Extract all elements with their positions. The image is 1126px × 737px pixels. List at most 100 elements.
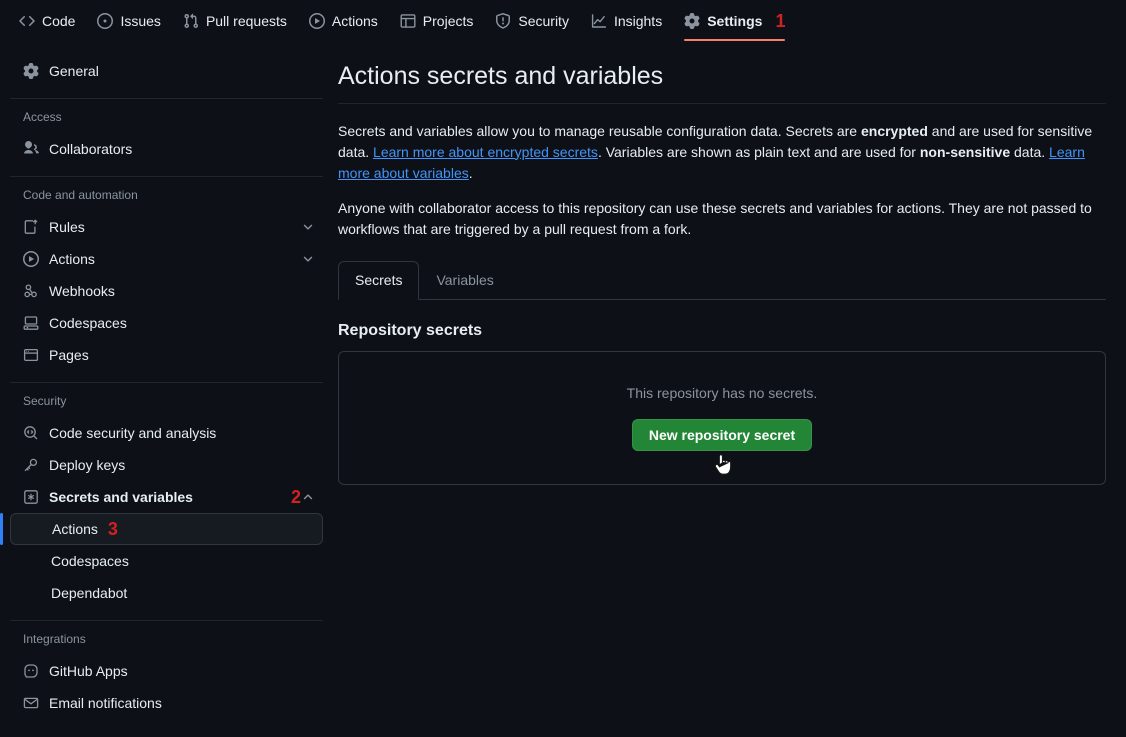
sidebar-divider	[10, 382, 323, 383]
sidebar-item-label: General	[49, 63, 99, 79]
para1-text-g: .	[468, 164, 473, 181]
nav-item-label: Issues	[120, 12, 161, 29]
sidebar-divider	[10, 98, 323, 99]
chevron-down-icon[interactable]	[301, 220, 315, 234]
sidebar-item-codespaces[interactable]: Codespaces	[10, 307, 323, 339]
github-apps-icon	[23, 663, 39, 679]
sidebar-item-collaborators[interactable]: Collaborators	[10, 133, 323, 165]
issue-opened-icon	[97, 12, 114, 29]
sidebar-item-label: Rules	[49, 219, 85, 235]
play-icon	[23, 251, 39, 267]
section-title-repository-secrets: Repository secrets	[338, 321, 483, 339]
nav-item-label: Security	[518, 12, 569, 29]
empty-state-message: This repository has no secrets.	[626, 384, 818, 401]
sidebar-item-label: Deploy keys	[49, 457, 126, 473]
table-icon	[400, 13, 416, 29]
people-icon	[23, 141, 39, 157]
nav-item-label: Projects	[422, 12, 474, 29]
sidebar-item-actions[interactable]: Actions	[10, 243, 323, 275]
description-paragraph-2: Anyone with collaborator access to this …	[338, 199, 1092, 237]
annotation-marker-3: 3	[107, 519, 118, 539]
sidebar-item-github-apps[interactable]: GitHub Apps	[10, 655, 323, 687]
para1-text-a: Secrets and variables allow you to manag…	[338, 122, 861, 139]
mail-icon	[23, 695, 39, 711]
sidebar-item-email-notifications[interactable]: Email notifications	[10, 687, 323, 719]
sidebar-item-code-security[interactable]: Code security and analysis	[10, 417, 323, 449]
nav-item-insights[interactable]: Insights	[580, 0, 673, 41]
sidebar-item-label: Collaborators	[49, 141, 133, 157]
sidebar-heading-access: Access	[23, 110, 62, 124]
nav-item-code[interactable]: Code	[8, 0, 86, 41]
sidebar-divider	[10, 620, 323, 621]
nav-item-label: Code	[42, 12, 76, 29]
sidebar-item-secrets-dependabot[interactable]: Dependabot	[10, 577, 323, 609]
asterisk-box-icon	[23, 489, 39, 505]
sidebar-heading-security: Security	[23, 394, 67, 408]
sidebar-item-pages[interactable]: Pages	[10, 339, 323, 371]
chevron-down-icon[interactable]	[301, 252, 315, 266]
page-title: Actions secrets and variables	[338, 62, 664, 90]
git-pull-request-icon	[183, 13, 199, 29]
link-encrypted-secrets[interactable]: Learn more about encrypted secrets	[373, 144, 598, 160]
sidebar-item-label: Secrets and variables	[49, 489, 193, 505]
main-content: Actions secrets and variables Secrets an…	[338, 60, 1106, 485]
shield-icon	[495, 12, 511, 29]
sidebar-item-deploy-keys[interactable]: Deploy keys	[10, 449, 323, 481]
para1-bold-encrypted: encrypted	[860, 122, 928, 139]
sidebar-item-secrets-codespaces[interactable]: Codespaces	[10, 545, 323, 577]
graph-icon	[591, 13, 607, 29]
code-icon	[19, 13, 35, 29]
rules-icon	[23, 219, 39, 235]
chevron-up-icon[interactable]	[301, 490, 315, 504]
annotation-marker-1: 1	[775, 10, 786, 31]
para1-bold-non-sensitive: non-sensitive	[919, 143, 1011, 160]
sidebar-item-label: Code security and analysis	[49, 425, 217, 441]
nav-item-pull-requests[interactable]: Pull requests	[172, 0, 298, 41]
nav-item-label: Insights	[613, 12, 663, 29]
new-repository-secret-button[interactable]: New repository secret	[631, 418, 813, 451]
description-paragraph-1: Secrets and variables allow you to manag…	[338, 121, 1106, 184]
sidebar-item-secrets-actions[interactable]: Actions 3	[0, 513, 323, 545]
sidebar-item-label: Codespaces	[51, 553, 129, 569]
nav-item-security[interactable]: Security	[484, 0, 580, 41]
sidebar-item-label: Actions	[52, 521, 98, 537]
gear-icon	[684, 12, 700, 29]
nav-item-label: Actions	[331, 12, 378, 29]
sidebar-item-webhooks[interactable]: Webhooks	[10, 275, 323, 307]
code-search-icon	[23, 425, 39, 441]
nav-item-projects[interactable]: Projects	[389, 0, 485, 41]
key-icon	[23, 457, 39, 473]
nav-item-label: Pull requests	[205, 12, 287, 29]
sidebar-item-label: Pages	[49, 347, 89, 363]
sidebar-heading-integrations: Integrations	[23, 632, 86, 646]
sidebar-item-label: Actions	[49, 251, 95, 267]
codespaces-icon	[23, 315, 39, 331]
title-divider	[338, 102, 1106, 104]
sidebar-item-label: Email notifications	[49, 695, 162, 711]
sidebar-item-label: Dependabot	[51, 585, 128, 601]
sidebar-item-secrets-and-variables[interactable]: Secrets and variables 2	[10, 481, 323, 513]
sidebar-item-label: Codespaces	[49, 315, 127, 331]
gear-icon	[23, 63, 39, 79]
webhook-icon	[23, 283, 39, 299]
sidebar-item-label: GitHub Apps	[49, 663, 128, 679]
para1-text-d: . Variables are shown as plain text and …	[597, 143, 920, 160]
play-icon	[308, 12, 325, 29]
secrets-empty-state: This repository has no secrets. New repo…	[338, 350, 1106, 485]
nav-item-label: Settings	[707, 12, 763, 29]
tab-variables[interactable]: Variables	[419, 261, 510, 300]
settings-sidebar: General Access Collaborators Code and au…	[0, 55, 323, 737]
sidebar-heading-code-automation: Code and automation	[23, 188, 138, 202]
sidebar-divider	[10, 176, 323, 177]
nav-item-issues[interactable]: Issues	[86, 0, 171, 41]
secrets-variables-tabs: Secrets Variables	[338, 260, 1106, 300]
annotation-marker-2: 2	[290, 487, 301, 507]
repository-nav: Code Issues Pull requests Actions Projec…	[0, 0, 1126, 41]
nav-item-actions[interactable]: Actions	[298, 0, 389, 41]
pages-icon	[23, 347, 39, 363]
nav-item-settings[interactable]: Settings 1	[673, 0, 796, 41]
para1-text-f: data.	[1010, 143, 1050, 160]
tab-secrets[interactable]: Secrets	[338, 260, 420, 300]
sidebar-item-rules[interactable]: Rules	[10, 211, 323, 243]
sidebar-item-general[interactable]: General	[10, 55, 323, 87]
